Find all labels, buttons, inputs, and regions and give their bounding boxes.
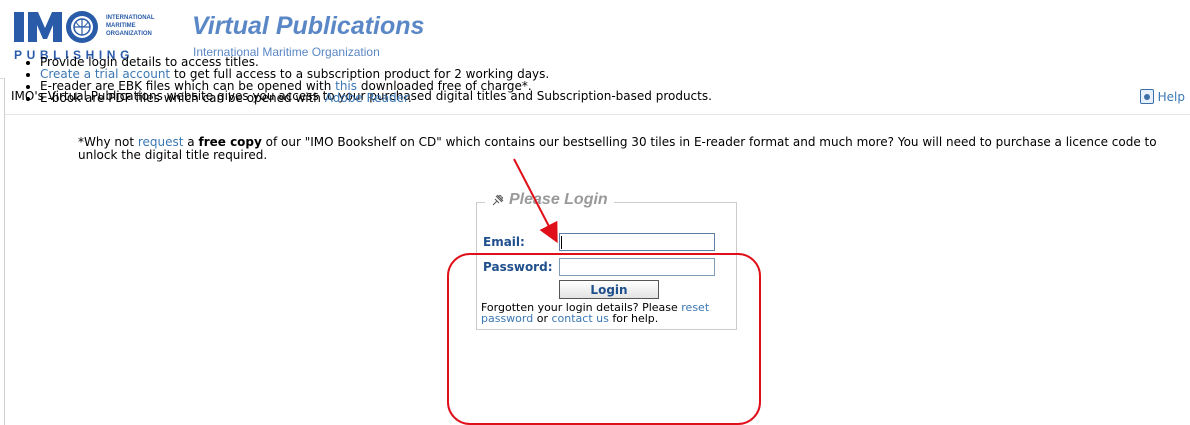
email-field[interactable] — [559, 233, 715, 251]
password-field[interactable] — [559, 258, 715, 276]
login-legend: Please Login — [485, 191, 614, 209]
forgot-mid: or — [533, 312, 552, 325]
text-caret — [561, 236, 562, 249]
logo-line-2: MARITIME — [106, 23, 136, 29]
forgot-login-text: Forgotten your login details? Please res… — [481, 302, 731, 324]
bullet-ebook-text: E-book are PDF files which can be opened… — [40, 91, 325, 105]
forgot-post: for help. — [608, 312, 659, 325]
login-title: Please Login — [509, 191, 608, 208]
info-list: Provide login details to access titles. … — [26, 56, 549, 104]
help-book-icon — [1139, 89, 1154, 104]
adobe-reader-link[interactable]: Adobe Reader — [325, 91, 408, 105]
pin-icon — [492, 194, 504, 206]
login-button[interactable]: Login — [559, 280, 659, 299]
note-mid: a — [183, 135, 199, 149]
contact-us-link[interactable]: contact us — [551, 312, 608, 325]
note-bold: free copy — [198, 135, 262, 149]
bullet-ebook-rest: . — [407, 91, 412, 105]
login-form: Please Login Email: Password: Login Forg… — [476, 191, 737, 330]
logo-line-1: INTERNATIONAL — [106, 15, 155, 21]
help-label: Help — [1157, 89, 1185, 104]
password-label: Password: — [483, 260, 553, 274]
note-pre: *Why not — [78, 135, 138, 149]
request-link[interactable]: request — [138, 135, 184, 149]
logo-line-3: ORGANIZATION — [106, 31, 152, 37]
help-link[interactable]: Help — [1139, 89, 1185, 104]
site-title: Virtual Publications — [192, 12, 425, 40]
email-label: Email: — [483, 235, 525, 249]
list-item: E-book are PDF files which can be opened… — [40, 92, 549, 104]
free-copy-note: *Why not request a free copy of our "IMO… — [78, 136, 1180, 162]
